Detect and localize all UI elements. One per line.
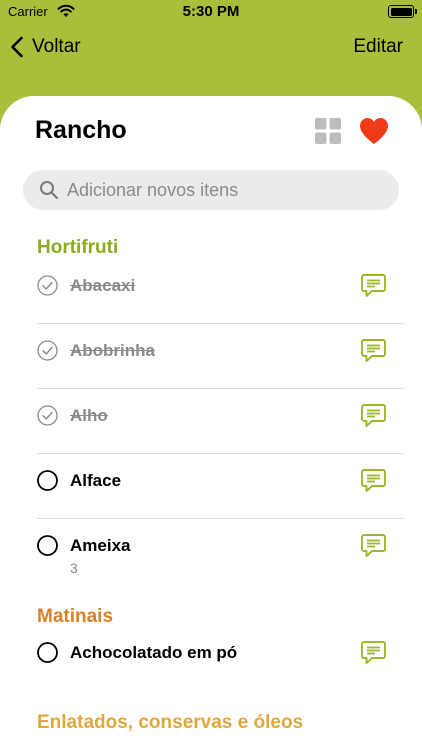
back-label: Voltar — [32, 36, 81, 57]
list-item[interactable]: Ameixa 3 — [0, 519, 422, 584]
edit-button[interactable]: Editar — [353, 36, 403, 58]
navigation-bar: Voltar Editar — [0, 30, 422, 66]
note-icon[interactable] — [360, 402, 387, 429]
item-name: Alho — [70, 406, 108, 425]
status-bar: Carrier 5:30 PM — [0, 0, 422, 24]
item-name: Abobrinha — [70, 341, 155, 360]
checked-circle-icon[interactable] — [37, 340, 58, 361]
unchecked-circle-icon[interactable] — [37, 470, 58, 491]
item-name: Abacaxi — [70, 276, 136, 295]
search-bar[interactable] — [23, 170, 399, 210]
list-title: Rancho — [35, 116, 127, 144]
battery-icon — [388, 5, 417, 18]
list-sheet: Rancho Hortifruti Abacaxi Abobrinha Alho Alf… — [0, 96, 422, 750]
item-name: Ameixa — [70, 536, 131, 555]
note-icon[interactable] — [360, 532, 387, 559]
note-icon[interactable] — [360, 272, 387, 299]
list-item[interactable]: Alface — [0, 454, 422, 519]
list-item[interactable]: Achocolatado em pó — [0, 626, 422, 691]
clock: 5:30 PM — [182, 3, 240, 20]
checked-circle-icon[interactable] — [37, 275, 58, 296]
note-icon[interactable] — [360, 467, 387, 494]
checked-circle-icon[interactable] — [37, 405, 58, 426]
section-header: Enlatados, conservas e óleos — [37, 712, 304, 733]
back-button[interactable]: Voltar — [10, 36, 81, 58]
section-header: Hortifruti — [37, 237, 119, 258]
item-name: Achocolatado em pó — [70, 643, 238, 662]
section-header: Matinais — [37, 606, 114, 627]
unchecked-circle-icon[interactable] — [37, 642, 58, 663]
item-name: Alface — [70, 471, 122, 490]
note-icon[interactable] — [360, 639, 387, 666]
search-input[interactable] — [67, 179, 387, 201]
search-icon — [40, 181, 59, 200]
unchecked-circle-icon[interactable] — [37, 535, 58, 556]
list-item[interactable]: Abobrinha — [0, 324, 422, 389]
heart-icon[interactable] — [359, 117, 389, 145]
list-item[interactable]: Abacaxi — [0, 259, 422, 324]
list-item[interactable]: Alho — [0, 389, 422, 454]
grid-icon[interactable] — [315, 118, 341, 144]
item-quantity: 3 — [70, 560, 78, 576]
note-icon[interactable] — [360, 337, 387, 364]
chevron-left-icon — [11, 36, 23, 58]
